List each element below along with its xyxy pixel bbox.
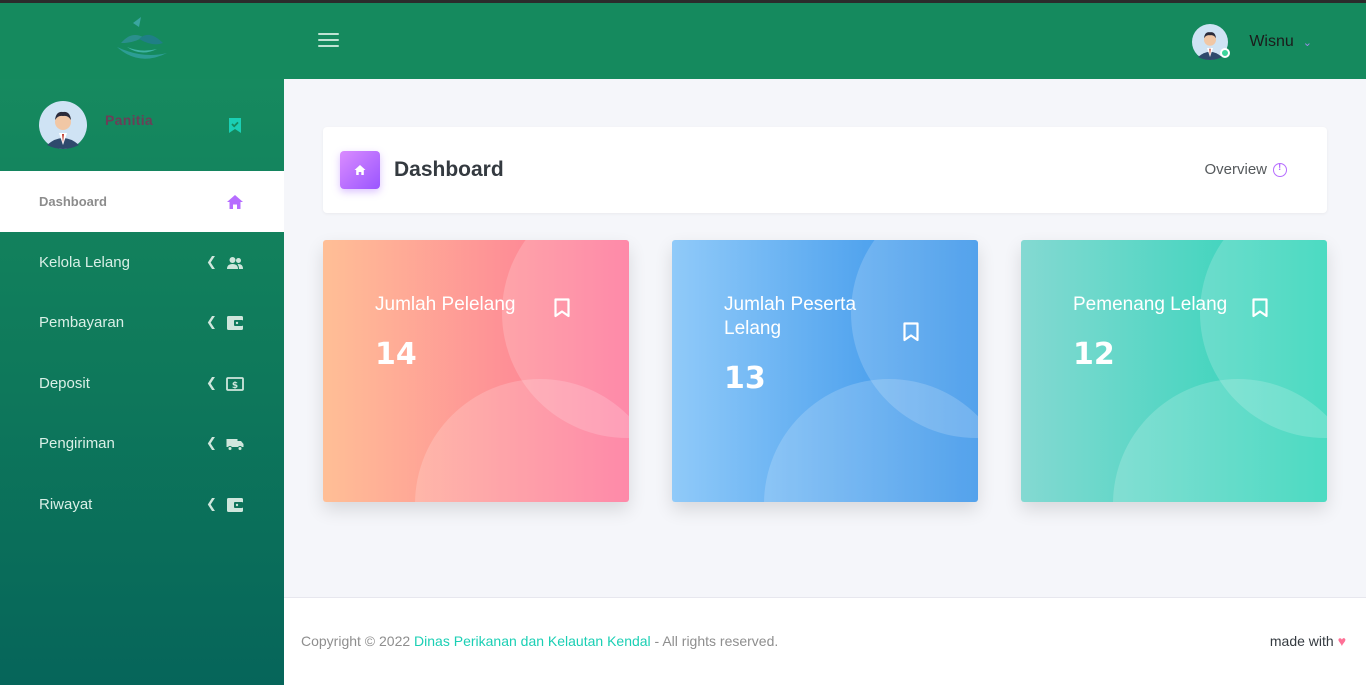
chevron-left-icon: ❮: [206, 376, 217, 391]
info-circle-icon: [1273, 162, 1287, 177]
copyright-text: Copyright © 2022 Dinas Perikanan dan Kel…: [301, 633, 778, 649]
bookmark-outline-icon: [554, 298, 570, 318]
user-role: Panitia: [105, 112, 154, 128]
sidebar-item-label: Kelola Lelang: [39, 254, 130, 271]
heart-icon: ♥: [1337, 633, 1346, 649]
stat-card-title: Jumlah Peserta Lelang: [724, 294, 857, 339]
chevron-left-icon: ❮: [206, 436, 217, 451]
sidebar-avatar: [39, 101, 87, 149]
sidebar-item-dashboard[interactable]: Dashboard: [0, 171, 284, 232]
stat-card-pemenang-lelang[interactable]: Pemenang Lelang 12: [1021, 240, 1327, 502]
copyright-prefix: Copyright © 2022: [301, 633, 415, 649]
sidebar: Panitia Dashboard Kelola Lelang ❮ Pembay…: [0, 79, 284, 685]
sidebar-item-label: Dashboard: [39, 194, 107, 209]
copyright-suffix: - All rights reserved.: [650, 633, 779, 649]
overview-link[interactable]: Overview: [1204, 161, 1287, 178]
logo-icon: [117, 17, 167, 59]
user-profile-dropdown[interactable]: Wisnu ⌄: [1192, 22, 1312, 62]
bookmark-outline-icon: [1252, 298, 1268, 318]
top-navbar: Wisnu ⌄: [0, 3, 1366, 79]
cash-icon: $: [226, 376, 244, 391]
chevron-left-icon: ❮: [206, 255, 217, 270]
sidebar-item-label: Pengiriman: [39, 435, 115, 452]
sidebar-item-kelola-lelang[interactable]: Kelola Lelang ❮: [0, 232, 284, 293]
org-link[interactable]: Dinas Perikanan dan Kelautan Kendal: [414, 633, 651, 649]
sidebar-item-pembayaran[interactable]: Pembayaran ❮: [0, 292, 284, 353]
online-status-dot: [1220, 48, 1231, 58]
stat-card-title: Jumlah Pelelang: [375, 294, 516, 315]
truck-icon: [226, 438, 244, 451]
page-header: Dashboard Overview: [323, 127, 1327, 213]
stat-card-value: 14: [375, 337, 417, 372]
home-icon: [354, 165, 366, 175]
bookmark-outline-icon: [903, 322, 919, 342]
stat-card-value: 12: [1073, 337, 1115, 372]
brand-logo[interactable]: [0, 3, 284, 79]
bookmark-check-icon: [229, 118, 241, 133]
chevron-down-icon: ⌄: [1302, 35, 1312, 49]
card-decoration-circle: [1113, 379, 1327, 502]
stat-card-jumlah-pelelang[interactable]: Jumlah Pelelang 14: [323, 240, 629, 502]
sidebar-item-label: Pembayaran: [39, 314, 125, 331]
page-header-icon-box: [340, 151, 380, 189]
wallet-icon: [227, 315, 243, 330]
page-title: Dashboard: [394, 158, 504, 181]
chevron-left-icon: ❮: [206, 497, 217, 512]
sidebar-item-deposit[interactable]: Deposit ❮ $: [0, 353, 284, 414]
wallet-icon: [227, 497, 243, 512]
footer: Copyright © 2022 Dinas Perikanan dan Kel…: [284, 597, 1366, 685]
menu-toggle-icon[interactable]: [318, 33, 339, 49]
sidebar-item-label: Deposit: [39, 375, 90, 392]
stat-card-value: 13: [724, 361, 766, 396]
stat-card-jumlah-peserta-lelang[interactable]: Jumlah Peserta Lelang 13: [672, 240, 978, 502]
svg-text:$: $: [232, 381, 238, 391]
users-icon: [227, 256, 243, 269]
card-decoration-circle: [415, 379, 629, 502]
main-content: Dashboard Overview Jumlah Pelelang 14 Ju…: [284, 79, 1366, 597]
user-name: Wisnu: [1249, 33, 1294, 50]
card-decoration-circle: [764, 379, 978, 502]
made-with-label: made with: [1269, 633, 1334, 649]
chevron-left-icon: ❮: [206, 315, 217, 330]
sidebar-item-label: Riwayat: [39, 496, 93, 513]
made-with-text: made with ♥: [1270, 633, 1346, 649]
stat-card-title: Pemenang Lelang: [1073, 294, 1228, 315]
sidebar-item-riwayat[interactable]: Riwayat ❮: [0, 474, 284, 535]
overview-label: Overview: [1204, 161, 1267, 178]
home-icon: [227, 194, 243, 209]
sidebar-item-pengiriman[interactable]: Pengiriman ❮: [0, 413, 284, 474]
user-avatar: [1192, 24, 1231, 60]
sidebar-profile[interactable]: Panitia: [0, 79, 284, 171]
